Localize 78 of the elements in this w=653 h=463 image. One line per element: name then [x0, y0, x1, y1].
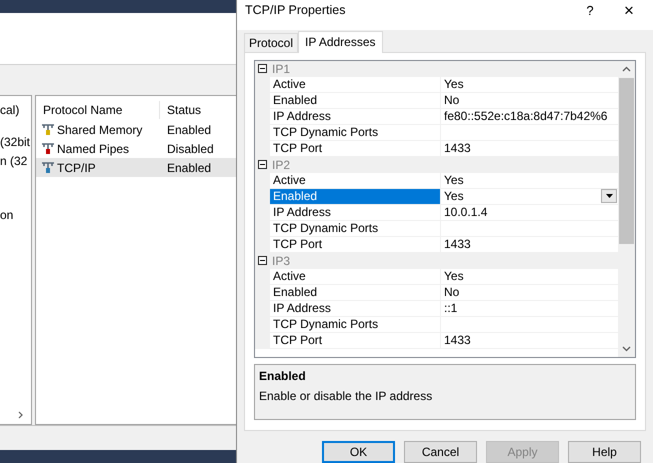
collapse-icon[interactable]	[258, 64, 267, 74]
tree-item[interactable]: n (32	[0, 152, 28, 170]
protocol-name: TCP/IP	[57, 160, 96, 176]
property-name: IP Address	[270, 204, 441, 221]
tree-item[interactable]: cal)	[0, 101, 20, 119]
property-name: TCP Port	[270, 236, 441, 253]
property-row[interactable]: IP Address fe80::552e:c18a:8d47:7b42%6	[255, 108, 618, 125]
tree-item[interactable]: on	[0, 206, 14, 224]
property-name: Enabled	[270, 284, 441, 301]
protocol-row[interactable]: Shared Memory Enabled	[36, 120, 236, 139]
property-row[interactable]: Active Yes	[255, 268, 618, 285]
collapse-icon[interactable]	[258, 160, 267, 170]
property-row[interactable]: Active Yes	[255, 76, 618, 93]
property-name: TCP Dynamic Ports	[270, 124, 441, 141]
property-name: TCP Dynamic Ports	[270, 316, 441, 333]
protocol-status: Disabled	[166, 140, 214, 158]
property-name: TCP Port	[270, 140, 441, 157]
property-name: Active	[270, 172, 441, 189]
property-name: Enabled	[270, 188, 441, 205]
column-header[interactable]: Protocol Name	[36, 101, 160, 119]
dropdown-button[interactable]	[601, 189, 617, 204]
help-button[interactable]: ?	[575, 1, 605, 21]
property-row[interactable]: TCP Port 1433	[255, 140, 618, 157]
tab[interactable]: IP Addresses	[298, 30, 383, 53]
protocol-row[interactable]: TCP/IP Enabled	[36, 158, 236, 177]
property-value: Yes	[444, 268, 465, 286]
collapse-icon[interactable]	[258, 256, 267, 266]
group-header: IP3	[272, 252, 290, 270]
property-name: IP Address	[270, 300, 441, 317]
property-row[interactable]: Enabled No	[255, 92, 618, 109]
close-button[interactable]: ×	[605, 2, 653, 20]
property-value: fe80::552e:c18a:8d47:7b42%6	[444, 108, 608, 126]
protocol-status: Enabled	[166, 122, 212, 138]
property-row[interactable]: TCP Dynamic Ports	[255, 316, 618, 333]
property-value: ::1	[444, 300, 458, 318]
description-title: Enabled	[259, 368, 307, 385]
property-name: Active	[270, 76, 441, 93]
protocol-name: Named Pipes	[57, 140, 130, 158]
property-value: No	[444, 92, 460, 110]
property-row[interactable]: TCP Dynamic Ports	[255, 124, 618, 141]
property-value: Yes	[444, 172, 465, 190]
window-title: TCP/IP Properties	[245, 2, 347, 20]
property-name: IP Address	[270, 108, 441, 125]
property-name: TCP Port	[270, 332, 441, 349]
scrollbar[interactable]	[618, 60, 635, 357]
property-value: No	[444, 284, 460, 302]
dialog-button[interactable]: Cancel	[404, 441, 477, 463]
protocol-row[interactable]: Named Pipes Disabled	[36, 139, 236, 158]
property-row[interactable]: TCP Port 1433	[255, 236, 618, 253]
property-row[interactable]: Active Yes	[255, 172, 618, 189]
property-name: Enabled	[270, 92, 441, 109]
property-row[interactable]: Enabled No	[255, 284, 618, 301]
property-value: 1433	[444, 236, 472, 254]
protocol-status: Enabled	[166, 160, 212, 176]
column-header[interactable]: Status	[160, 101, 202, 119]
property-value: 1433	[444, 332, 472, 350]
group-header: IP1	[272, 60, 290, 78]
property-row[interactable]: IP Address 10.0.1.4	[255, 204, 618, 221]
tree-item[interactable]: (32bit	[0, 133, 30, 151]
property-name: TCP Dynamic Ports	[270, 220, 441, 237]
group-header: IP2	[272, 156, 290, 174]
caret-icon	[606, 194, 612, 198]
dialog-button[interactable]: OK	[322, 441, 395, 463]
property-row[interactable]: TCP Port 1433	[255, 332, 618, 349]
property-row[interactable]: Enabled Yes	[255, 188, 618, 205]
property-value: 10.0.1.4	[444, 204, 488, 222]
scroll-thumb[interactable]	[619, 78, 634, 244]
property-value: Yes	[444, 76, 465, 94]
property-value: Yes	[444, 188, 465, 206]
property-name: Active	[270, 268, 441, 285]
dialog-button[interactable]: Help	[568, 441, 641, 463]
property-row[interactable]: TCP Dynamic Ports	[255, 220, 618, 237]
scroll-right-icon[interactable]	[18, 411, 23, 419]
property-row[interactable]: IP Address ::1	[255, 300, 618, 317]
tab[interactable]: Protocol	[244, 32, 298, 52]
description-text: Enable or disable the IP address	[259, 388, 434, 405]
protocol-name: Shared Memory	[57, 122, 142, 138]
property-value: 1433	[444, 140, 472, 158]
